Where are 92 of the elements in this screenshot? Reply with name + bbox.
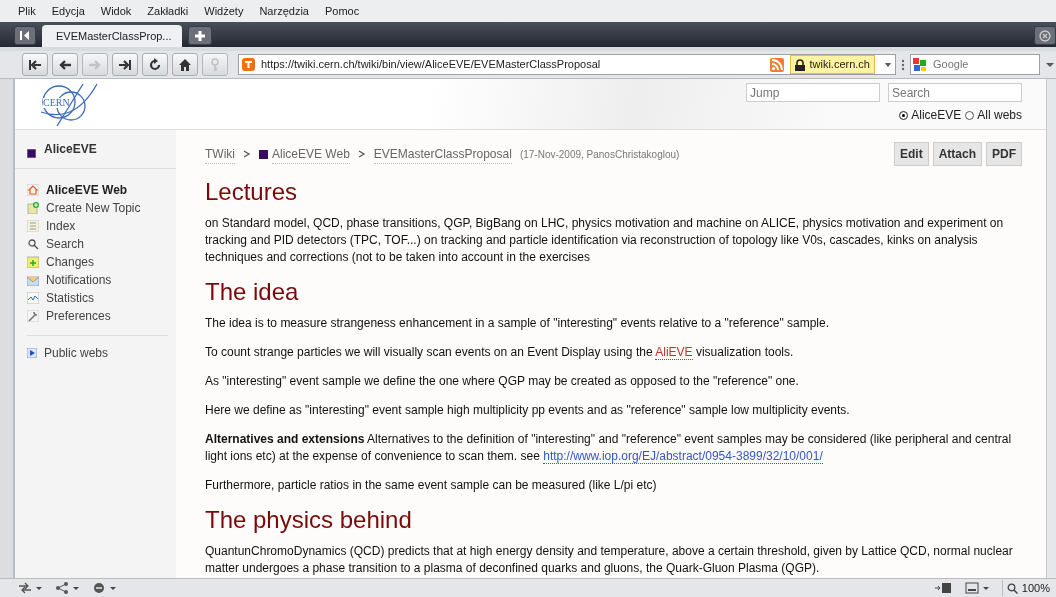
sidebar-link[interactable]: Statistics [27,288,176,307]
sidebar-link[interactable]: Changes [27,252,176,271]
favicon-icon [242,58,255,71]
last-button[interactable] [112,53,138,76]
paragraph: Furthermore, particle ratios in the same event sample can be measured (like L/pi etc) [205,476,658,494]
chevron-icon [243,150,251,159]
sync-icon[interactable] [18,582,32,594]
home-icon [178,57,192,72]
search-icon [1006,582,1018,594]
menu-item[interactable]: Widżety [204,0,244,22]
search-icon [27,237,39,250]
section-heading: Lectures [205,177,299,206]
sidebar-link[interactable]: Create New Topic [27,198,176,217]
section-heading: The idea [205,277,300,306]
reload-icon [148,57,162,72]
sidebar-link[interactable]: Public webs [27,343,176,362]
grip-icon[interactable] [900,57,906,72]
action-button[interactable]: Edit [894,141,929,166]
list-icon [27,219,39,232]
search-engine-icon [913,57,927,72]
new-tab-button[interactable] [188,26,212,45]
closed-tabs-button[interactable] [1034,26,1056,45]
menu-item[interactable]: Widok [100,0,132,22]
revision-info: (17-Nov-2009, PanosChristakoglou) [519,147,680,162]
wrench-icon [27,309,39,322]
breadcrumb-link[interactable]: EVEMasterClassProposal [373,144,512,164]
browser-tab[interactable]: EVEMasterClassProp... [42,25,182,47]
menu-item[interactable]: Plik [18,0,36,22]
home-button[interactable] [172,53,198,76]
rewind-icon [28,57,42,72]
panel-icon [20,31,30,40]
action-button[interactable]: Attach [932,141,982,166]
chevron-icon [357,150,366,159]
rss-icon[interactable] [770,57,785,72]
breadcrumb-link[interactable]: AliceEVE Web [272,144,350,164]
reload-button[interactable] [142,53,168,76]
fast-forward-icon [118,57,132,72]
sidebar-link[interactable]: Notifications [27,270,176,289]
web-title: AliceEVE [44,140,97,158]
key-icon [208,57,222,72]
expand-icon [27,347,37,358]
address-bar[interactable]: https://twiki.cern.ch/twiki/bin/view/AliceEVE/EVEMasterClassProposal twiki.cern.ch [238,54,896,75]
breadcrumb-link[interactable]: TWiki [205,144,235,164]
action-button[interactable]: PDF [986,141,1022,166]
window-icon[interactable] [964,582,979,594]
section-heading: The physics behind [205,505,413,534]
sidebar-link[interactable]: Preferences [27,306,176,325]
radio-label[interactable]: AliceEVE [911,106,962,125]
radio-button[interactable] [965,110,975,120]
menu-item[interactable]: Zakładki [147,0,189,22]
paragraph: To count strange particles we will visually scan events on an Event Display using the AliEVE visualization tools. [205,343,795,361]
paragraph: on Standard model, QCD, phase transitions, QGP, BigBang on LHC, physics motivation and machine on ALICE, physics motivation and experiment on tracking and PID detectors (TPC, TOF...) on tracking and particle identification via reconstruction of topology like V0s, cascades, kinks on analysis techniques and corrections (not to be taken into account in the exercises [205,214,1005,266]
jump-field[interactable]: Jump [746,83,880,103]
panel-toggle-icon[interactable] [934,582,953,594]
undo-close-icon [1039,29,1051,42]
new-page-icon [27,201,39,214]
menu-item[interactable]: Edycja [51,0,85,22]
zoom-control[interactable]: 100% [1001,579,1050,597]
search-engine-box[interactable]: Google [910,54,1040,75]
share-icon[interactable] [55,582,69,594]
first-button[interactable] [22,53,48,76]
home-icon [27,183,39,196]
site-identity-button[interactable]: twiki.cern.ch [790,55,875,74]
sidebar-toggle-button[interactable] [14,26,36,45]
radio-button[interactable] [899,110,909,120]
plus-icon [195,30,205,41]
search-field[interactable]: Search [888,83,1022,103]
sidebar-link[interactable]: AliceEVE Web [27,180,176,199]
topic-link[interactable]: AliEVE [655,344,693,360]
web-color-icon [27,148,36,158]
forward-icon [88,57,102,72]
paragraph: QuantunChromoDynamics (QCD) predicts that at high energy density and temperature, above a certain threshold, given by Lattice QCD, normal nuclear matter undergoes a phase transition to a plasma of deconfined quarks and gluons, the Quark-Gluon Plasma (QGP). [205,542,1014,577]
back-button[interactable] [52,53,78,76]
url-link[interactable]: http://www.iop.org/EJ/abstract/0954-3899/32/10/001/ [543,448,823,464]
sidebar-link[interactable]: Search [27,234,176,253]
paragraph: Here we define as "interesting" event sample high multiplicity pp events and as "reference" sample low multiplicity events. [205,401,851,419]
paragraph: The idea is to measure strangeness enhancement in a sample of "interesting" events relative to a "reference" sample. [205,314,831,332]
back-icon [58,57,72,72]
paragraph: As "interesting" event sample we define the one where QGP may be created as opposed to the "reference" one. [205,372,800,390]
lock-icon [795,58,806,71]
radio-label[interactable]: All webs [977,106,1022,125]
paragraph: Alternatives and extensions Alternatives to the definition of "interesting" and "reference" event samples may be considered (like peripheral and central light ions etc) at the expense of convenience to scan them. see http://www.iop.org/EJ/abstract/0954-3899/32/10/001/ [205,430,1013,465]
web-color-icon [259,149,268,159]
envelope-icon [27,273,39,286]
menu-item[interactable]: Narzędzia [259,0,309,22]
cern-logo[interactable]: CERN [39,81,99,126]
sidebar-link[interactable]: Index [27,216,176,235]
plus-icon [27,255,39,268]
chart-icon [27,291,39,304]
menu-item[interactable]: Pomoc [324,0,360,22]
block-icon[interactable] [92,582,106,594]
url-text: https://twiki.cern.ch/twiki/bin/view/AliceEVE/EVEMasterClassProposal [261,57,602,73]
